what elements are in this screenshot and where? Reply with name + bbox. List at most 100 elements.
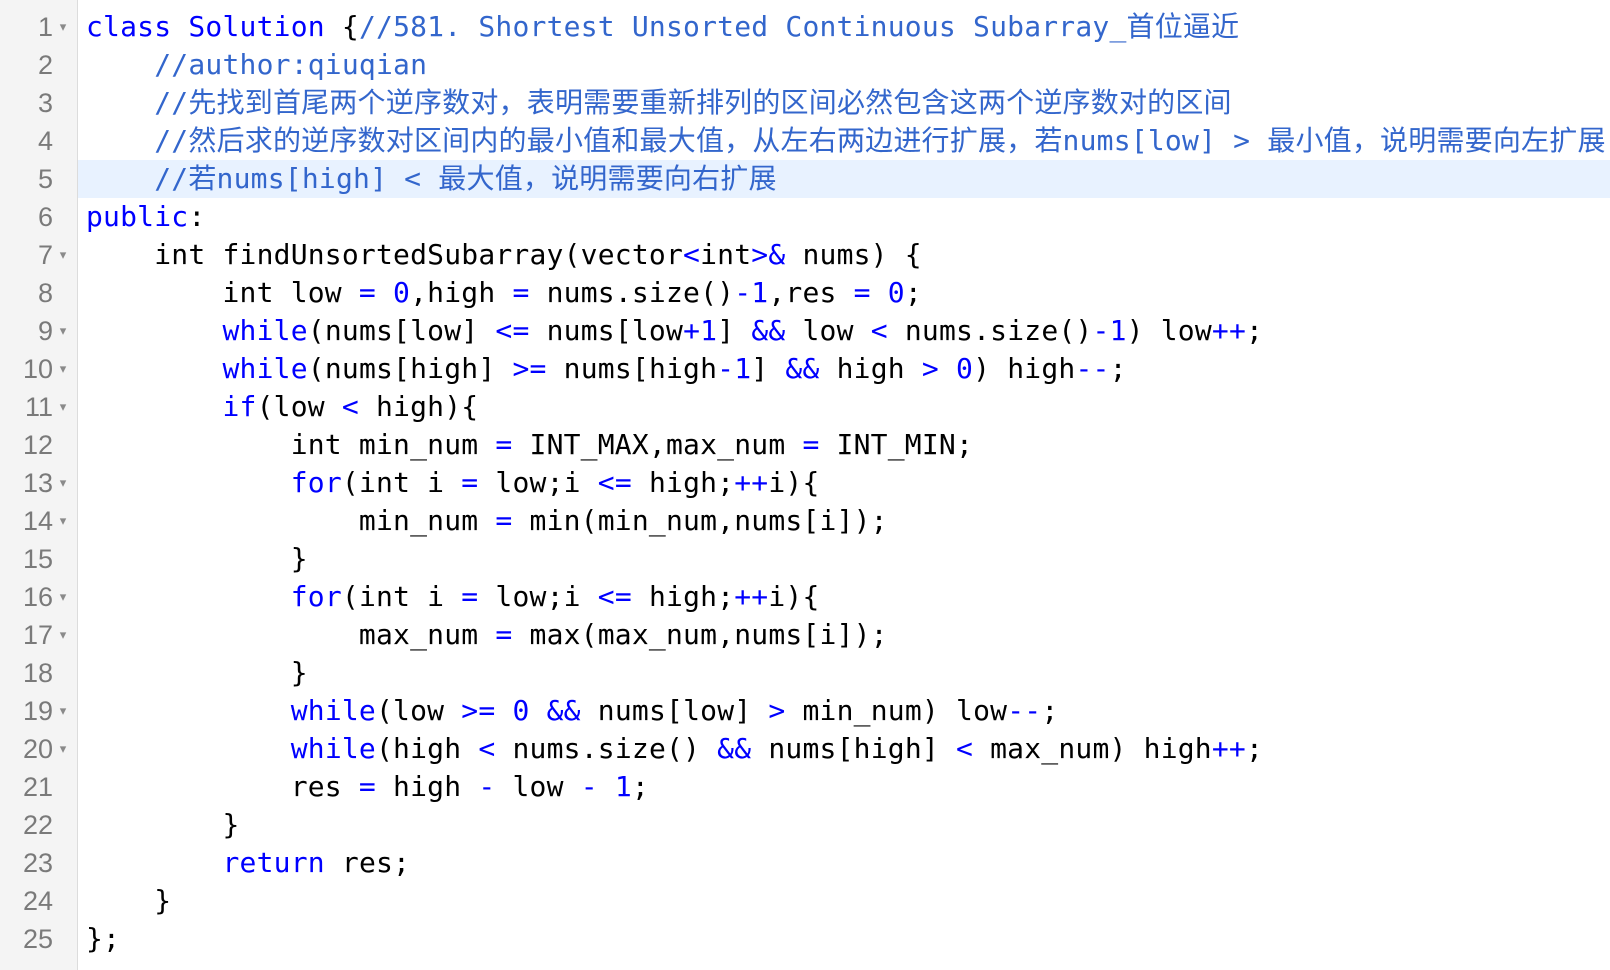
code-token: } bbox=[86, 808, 240, 841]
code-token: i){ bbox=[768, 466, 820, 499]
line-number-label: 23 bbox=[22, 847, 53, 878]
line-number: 9 ▾ bbox=[0, 312, 77, 350]
code-token: high bbox=[375, 770, 479, 803]
code-token: 1 bbox=[1109, 314, 1127, 347]
fold-arrow-icon[interactable]: ▾ bbox=[55, 475, 71, 491]
code-line[interactable]: }; bbox=[78, 920, 1610, 958]
code-token: { bbox=[341, 10, 359, 43]
fold-arrow-icon[interactable]: ▾ bbox=[55, 247, 71, 263]
code-token: (nums[high] bbox=[307, 352, 513, 385]
line-number-label: 21 bbox=[22, 771, 53, 802]
code-token: ] bbox=[717, 314, 752, 347]
line-number-label: 3 bbox=[37, 87, 53, 118]
code-token: min(min_num,nums[i]); bbox=[512, 504, 888, 537]
code-token: >& bbox=[751, 238, 786, 271]
fold-arrow-icon[interactable]: ▾ bbox=[55, 323, 71, 339]
code-token: } bbox=[86, 884, 172, 917]
fold-arrow-icon[interactable]: ▾ bbox=[55, 627, 71, 643]
line-number-label: 7 bbox=[37, 239, 53, 270]
code-token: 1 bbox=[614, 770, 632, 803]
code-token: 1 bbox=[734, 352, 752, 385]
code-token: = bbox=[358, 770, 376, 803]
code-token: ) high bbox=[973, 352, 1076, 385]
code-token: 0 bbox=[393, 276, 411, 309]
fold-arrow-icon[interactable]: ▾ bbox=[55, 703, 71, 719]
code-token: for bbox=[290, 580, 342, 613]
line-number: 6▾ bbox=[0, 198, 77, 236]
line-number: 19 ▾ bbox=[0, 692, 77, 730]
fold-arrow-icon[interactable]: ▾ bbox=[55, 399, 71, 415]
code-line[interactable]: while(high < nums.size() && nums[high] <… bbox=[78, 730, 1610, 768]
code-token: max_num bbox=[86, 618, 496, 651]
code-line[interactable]: //author:qiuqian bbox=[78, 46, 1610, 84]
code-line[interactable]: //先找到首尾两个逆序数对，表明需要重新排列的区间必然包含这两个逆序数对的区间 bbox=[78, 84, 1610, 122]
line-number-label: 2 bbox=[37, 49, 53, 80]
code-token: < bbox=[956, 732, 974, 765]
code-line[interactable]: int low = 0,high = nums.size()-1,res = 0… bbox=[78, 274, 1610, 312]
code-line[interactable]: class Solution {//581. Shortest Unsorted… bbox=[78, 8, 1610, 46]
code-token: //author:qiuqian bbox=[154, 48, 428, 81]
code-line[interactable]: } bbox=[78, 540, 1610, 578]
line-number-label: 8 bbox=[37, 277, 53, 308]
code-line[interactable]: for(int i = low;i <= high;++i){ bbox=[78, 464, 1610, 502]
code-token: ; bbox=[904, 276, 922, 309]
code-line[interactable]: while(nums[high] >= nums[high-1] && high… bbox=[78, 350, 1610, 388]
code-line[interactable]: while(low >= 0 && nums[low] > min_num) l… bbox=[78, 692, 1610, 730]
code-token: ; bbox=[631, 770, 649, 803]
code-token: //若nums[high] < 最大值，说明需要向右扩展 bbox=[154, 162, 777, 195]
code-token: > bbox=[921, 352, 939, 385]
code-line[interactable]: } bbox=[78, 806, 1610, 844]
code-token: 0 bbox=[887, 276, 905, 309]
code-line[interactable]: int min_num = INT_MAX,max_num = INT_MIN; bbox=[78, 426, 1610, 464]
code-line[interactable]: public: bbox=[78, 198, 1610, 236]
code-line[interactable]: return res; bbox=[78, 844, 1610, 882]
code-line[interactable]: for(int i = low;i <= high;++i){ bbox=[78, 578, 1610, 616]
fold-arrow-icon[interactable]: ▾ bbox=[55, 741, 71, 757]
code-token: high; bbox=[631, 466, 735, 499]
code-token: i){ bbox=[768, 580, 820, 613]
code-token: ,res bbox=[768, 276, 854, 309]
code-token: int findUnsortedSubarray(vector bbox=[86, 238, 684, 271]
code-token: class bbox=[86, 10, 189, 43]
code-token: max(max_num,nums[i]); bbox=[512, 618, 888, 651]
code-token: = bbox=[495, 504, 513, 537]
code-line[interactable]: while(nums[low] <= nums[low+1] && low < … bbox=[78, 312, 1610, 350]
fold-arrow-icon[interactable]: ▾ bbox=[55, 361, 71, 377]
code-area[interactable]: class Solution {//581. Shortest Unsorted… bbox=[78, 0, 1610, 970]
code-line[interactable]: //然后求的逆序数对区间内的最小值和最大值，从左右两边进行扩展，若nums[lo… bbox=[78, 122, 1610, 160]
code-editor[interactable]: 1▾2▾3▾4▾5▾6▾7▾8▾9▾10▾11▾12▾13▾14▾15▾16▾1… bbox=[0, 0, 1610, 970]
line-number-label: 12 bbox=[22, 429, 53, 460]
code-token: INT_MAX,max_num bbox=[512, 428, 803, 461]
code-token: //先找到首尾两个逆序数对，表明需要重新排列的区间必然包含这两个逆序数对的区间 bbox=[154, 86, 1232, 119]
code-line[interactable]: if(low < high){ bbox=[78, 388, 1610, 426]
fold-arrow-icon[interactable]: ▾ bbox=[55, 589, 71, 605]
code-line[interactable]: } bbox=[78, 654, 1610, 692]
code-line[interactable]: min_num = min(min_num,nums[i]); bbox=[78, 502, 1610, 540]
code-token: nums[low] bbox=[580, 694, 769, 727]
code-line[interactable]: } bbox=[78, 882, 1610, 920]
code-token: = bbox=[461, 580, 479, 613]
code-token: ,high bbox=[410, 276, 513, 309]
line-number: 5▾ bbox=[0, 160, 77, 198]
line-number-label: 10 bbox=[22, 353, 53, 384]
code-line[interactable]: int findUnsortedSubarray(vector<int>& nu… bbox=[78, 236, 1610, 274]
line-number: 4▾ bbox=[0, 122, 77, 160]
fold-arrow-icon[interactable]: ▾ bbox=[55, 513, 71, 529]
code-token: }; bbox=[86, 922, 121, 955]
code-token: nums[high bbox=[546, 352, 718, 385]
code-token: low bbox=[785, 314, 871, 347]
line-number: 20 ▾ bbox=[0, 730, 77, 768]
code-line[interactable]: max_num = max(max_num,nums[i]); bbox=[78, 616, 1610, 654]
code-line[interactable]: res = high - low - 1; bbox=[78, 768, 1610, 806]
code-token: && bbox=[751, 314, 786, 347]
code-token: while bbox=[222, 314, 308, 347]
code-line[interactable]: //若nums[high] < 最大值，说明需要向右扩展 bbox=[78, 160, 1610, 198]
code-token: - bbox=[1092, 314, 1110, 347]
line-number: 14 ▾ bbox=[0, 502, 77, 540]
fold-arrow-icon[interactable]: ▾ bbox=[55, 19, 71, 35]
